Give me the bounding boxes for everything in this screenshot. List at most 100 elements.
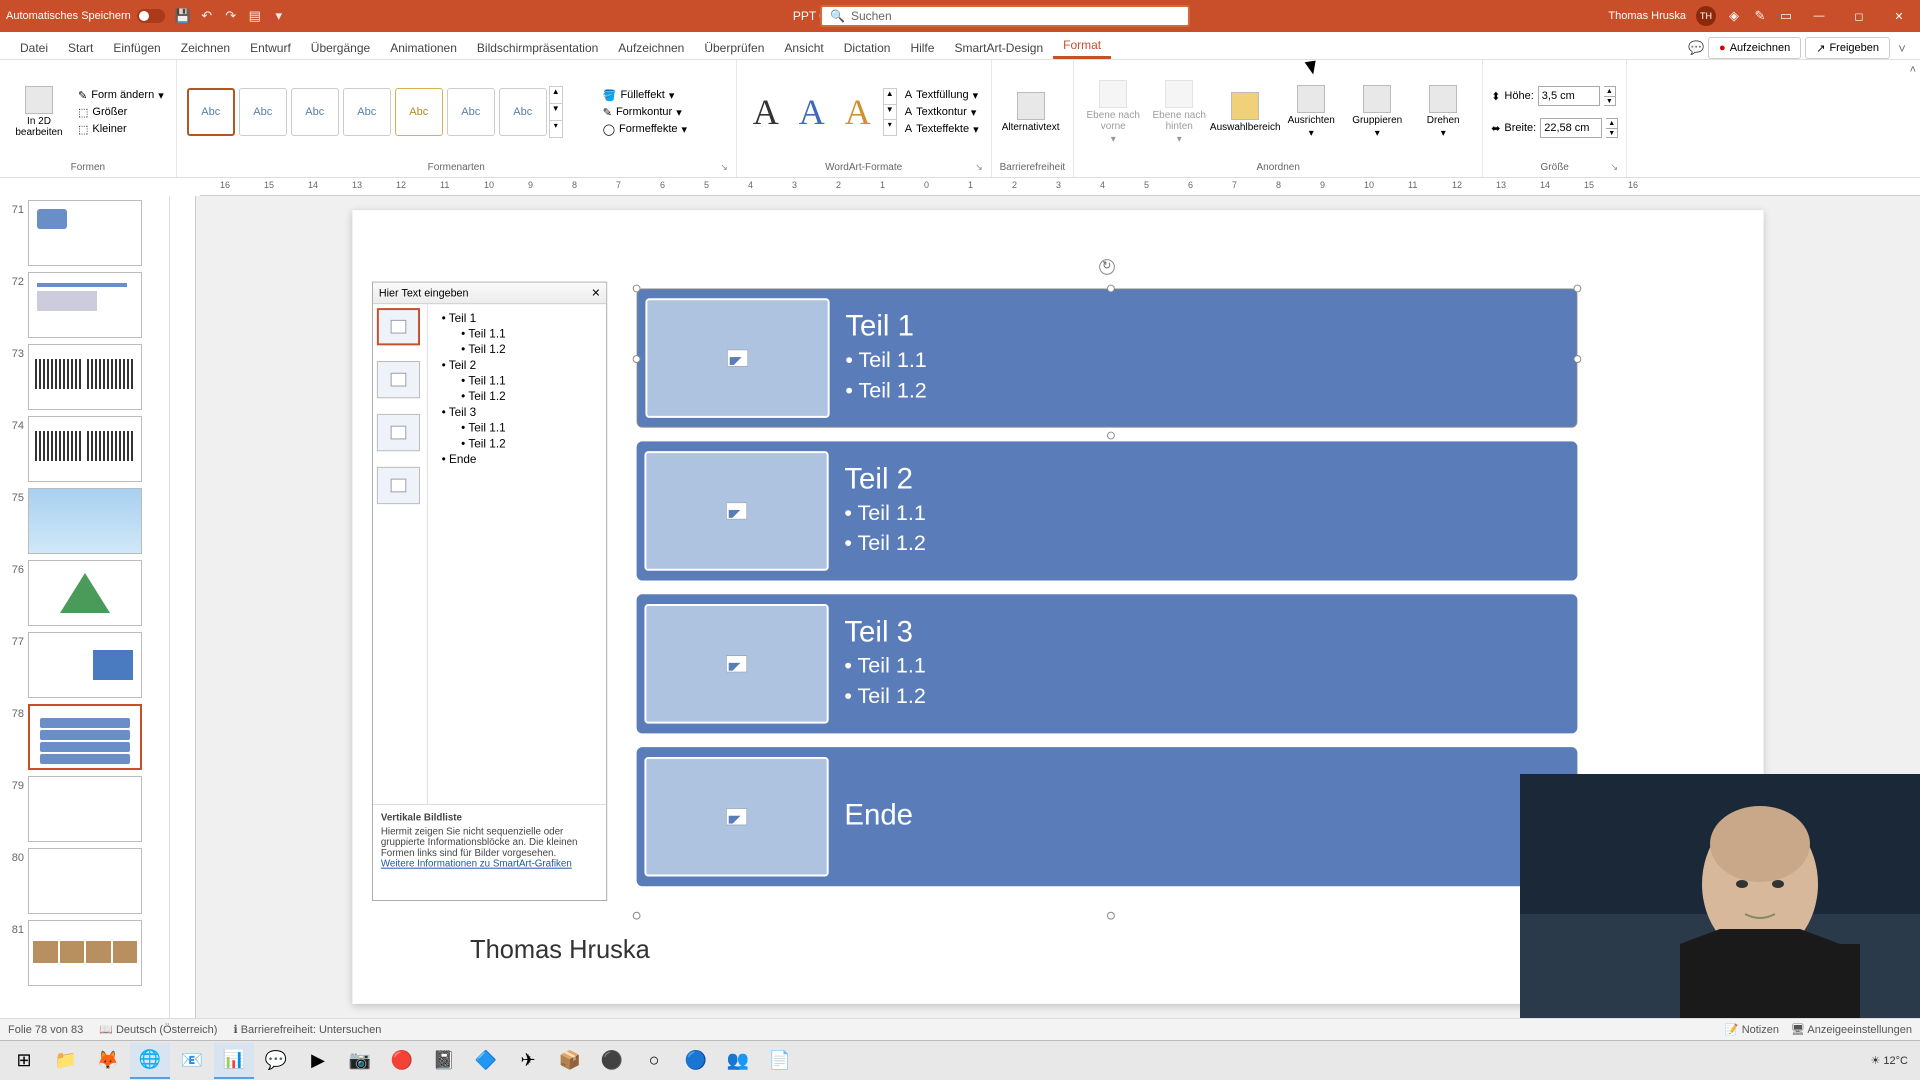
sel-handle-tr[interactable] [1573,285,1581,293]
tp-item[interactable]: • Teil 1.1 [434,420,601,436]
toggle-switch[interactable] [137,9,165,23]
slide-thumb-81[interactable] [28,920,142,986]
block-bullet[interactable]: • Teil 1.1 [844,498,1569,528]
coming-soon-icon[interactable]: ◈ [1726,8,1742,24]
tab-entwurf[interactable]: Entwurf [240,37,301,59]
wa-up-icon[interactable]: ▲ [884,89,896,104]
more-icon[interactable]: ▾ [271,8,287,24]
undo-icon[interactable]: ↶ [199,8,215,24]
pen-icon[interactable]: ✎ [1752,8,1768,24]
tab-aufzeichnen[interactable]: Aufzeichnen [608,37,694,59]
tab-animationen[interactable]: Animationen [380,37,467,59]
shape-style-6[interactable]: Abc [447,88,495,136]
block-bullet[interactable]: • Teil 1.2 [844,681,1569,711]
slide-thumb-75[interactable] [28,488,142,554]
sel-handle-tm[interactable] [1107,285,1115,293]
notes-button[interactable]: 📝 Notizen [1725,1023,1779,1036]
block-title[interactable]: Teil 3 [844,616,1569,649]
telegram-icon[interactable]: ✈ [508,1043,548,1079]
block-title[interactable]: Ende [844,799,1569,832]
collapse-ribbon-icon[interactable]: ˅ [1894,40,1910,56]
text-pane-list[interactable]: • Teil 1 • Teil 1.1 • Teil 1.2 • Teil 2 … [428,304,606,804]
tp-item[interactable]: • Teil 1.1 [434,373,601,389]
tp-item[interactable]: • Teil 3 [434,404,601,420]
shape-style-7[interactable]: Abc [499,88,547,136]
smartart-block-2[interactable]: Teil 2 • Teil 1.1 • Teil 1.2 [637,441,1578,580]
record-button[interactable]: ●Aufzeichnen [1708,37,1801,59]
smartart-block-4[interactable]: Ende [637,747,1578,886]
slide-thumbnail-pane[interactable]: 71 72 73 74 75 76 77 78 79 80 81 [0,196,170,1018]
firefox-icon[interactable]: 🦊 [88,1043,128,1079]
slide-count[interactable]: Folie 78 von 83 [8,1024,83,1036]
shape-style-4[interactable]: Abc [343,88,391,136]
tab-format[interactable]: Format [1053,34,1111,59]
wordart-style-3[interactable]: A [837,91,879,133]
sel-handle-tl[interactable] [633,285,641,293]
picture-placeholder[interactable] [644,757,828,877]
block-title[interactable]: Teil 1 [845,310,1568,343]
explorer-icon[interactable]: 📁 [46,1043,86,1079]
block-title[interactable]: Teil 2 [844,463,1569,496]
height-input[interactable] [1538,86,1600,106]
maximize-button[interactable]: ◻ [1844,4,1874,28]
slide-thumb-72[interactable] [28,272,142,338]
app-icon[interactable]: 👥 [718,1043,758,1079]
search-box[interactable]: 🔍 Suchen [820,5,1190,27]
window-layout-icon[interactable]: ▭ [1778,8,1794,24]
slide-thumb-79[interactable] [28,776,142,842]
weather-widget[interactable]: ☀ 12°C [1871,1054,1909,1067]
vscode-icon[interactable]: 🔷 [466,1043,506,1079]
height-spinner[interactable]: ▲▼ [1604,86,1616,106]
app-icon[interactable]: 💬 [256,1043,296,1079]
app-icon[interactable]: 📷 [340,1043,380,1079]
tab-ueberpruefen[interactable]: Überprüfen [694,37,774,59]
slide-thumb-73[interactable] [28,344,142,410]
tab-smartart-design[interactable]: SmartArt-Design [944,37,1053,59]
tp-item[interactable]: • Teil 2 [434,357,601,373]
smartart-text-pane[interactable]: Hier Text eingeben ✕ • Teil 1 • Teil 1.1… [372,282,607,901]
close-icon[interactable]: ✕ [591,287,600,300]
width-input[interactable] [1540,118,1602,138]
wa-more-icon[interactable]: ▾ [884,119,896,135]
smaller-button[interactable]: ⬚ Kleiner [74,122,168,137]
text-effects-button[interactable]: A Texteffekte ▾ [901,122,983,137]
outlook-icon[interactable]: 📧 [172,1043,212,1079]
tab-hilfe[interactable]: Hilfe [900,37,944,59]
comments-icon[interactable]: 💬 [1688,40,1704,56]
change-shape-button[interactable]: ✎ Form ändern ▾ [74,88,168,103]
fill-effect-button[interactable]: 🪣 Fülleffekt ▾ [599,88,691,103]
smartart-graphic[interactable]: Teil 1 • Teil 1.1 • Teil 1.2 Teil 2 • Te… [637,289,1578,916]
onenote-icon[interactable]: 📓 [424,1043,464,1079]
tab-dictation[interactable]: Dictation [834,37,901,59]
tab-uebergaenge[interactable]: Übergänge [301,37,380,59]
language-indicator[interactable]: 📖 Deutsch (Österreich) [99,1023,217,1036]
tp-item[interactable]: • Teil 1 [434,310,601,326]
app-icon[interactable]: 📄 [760,1043,800,1079]
start-from-beginning-icon[interactable]: ▤ [247,8,263,24]
rotate-button[interactable]: Drehen ▾ [1412,81,1474,143]
redo-icon[interactable]: ↷ [223,8,239,24]
tab-zeichnen[interactable]: Zeichnen [171,37,240,59]
group-button[interactable]: Gruppieren ▾ [1346,81,1408,143]
tp-block-thumb-2[interactable] [377,361,420,398]
tp-block-thumb-3[interactable] [377,414,420,451]
app-icon[interactable]: 📦 [550,1043,590,1079]
save-icon[interactable]: 💾 [175,8,191,24]
rotation-handle[interactable] [1099,259,1115,275]
info-link[interactable]: Weitere Informationen zu SmartArt-Grafik… [381,859,572,870]
wordart-style-2[interactable]: A [791,91,833,133]
smartart-block-1[interactable]: Teil 1 • Teil 1.1 • Teil 1.2 [637,289,1578,428]
accessibility-checker[interactable]: ℹ Barrierefreiheit: Untersuchen [233,1023,381,1036]
tp-block-thumb-4[interactable] [377,467,420,504]
wordart-style-1[interactable]: A [745,91,787,133]
collapse-ribbon-button[interactable]: ˄ [1910,64,1916,76]
styles-down-icon[interactable]: ▼ [550,103,562,120]
vlc-icon[interactable]: ▶ [298,1043,338,1079]
sel-handle-ml[interactable] [633,355,641,363]
close-button[interactable]: ✕ [1884,4,1914,28]
slide-thumb-74[interactable] [28,416,142,482]
block-bullet[interactable]: • Teil 1.2 [845,376,1568,406]
tp-item[interactable]: • Teil 1.2 [434,436,601,452]
launcher-icon[interactable]: ↘ [1611,162,1619,173]
tab-bildschirm[interactable]: Bildschirmpräsentation [467,37,608,59]
